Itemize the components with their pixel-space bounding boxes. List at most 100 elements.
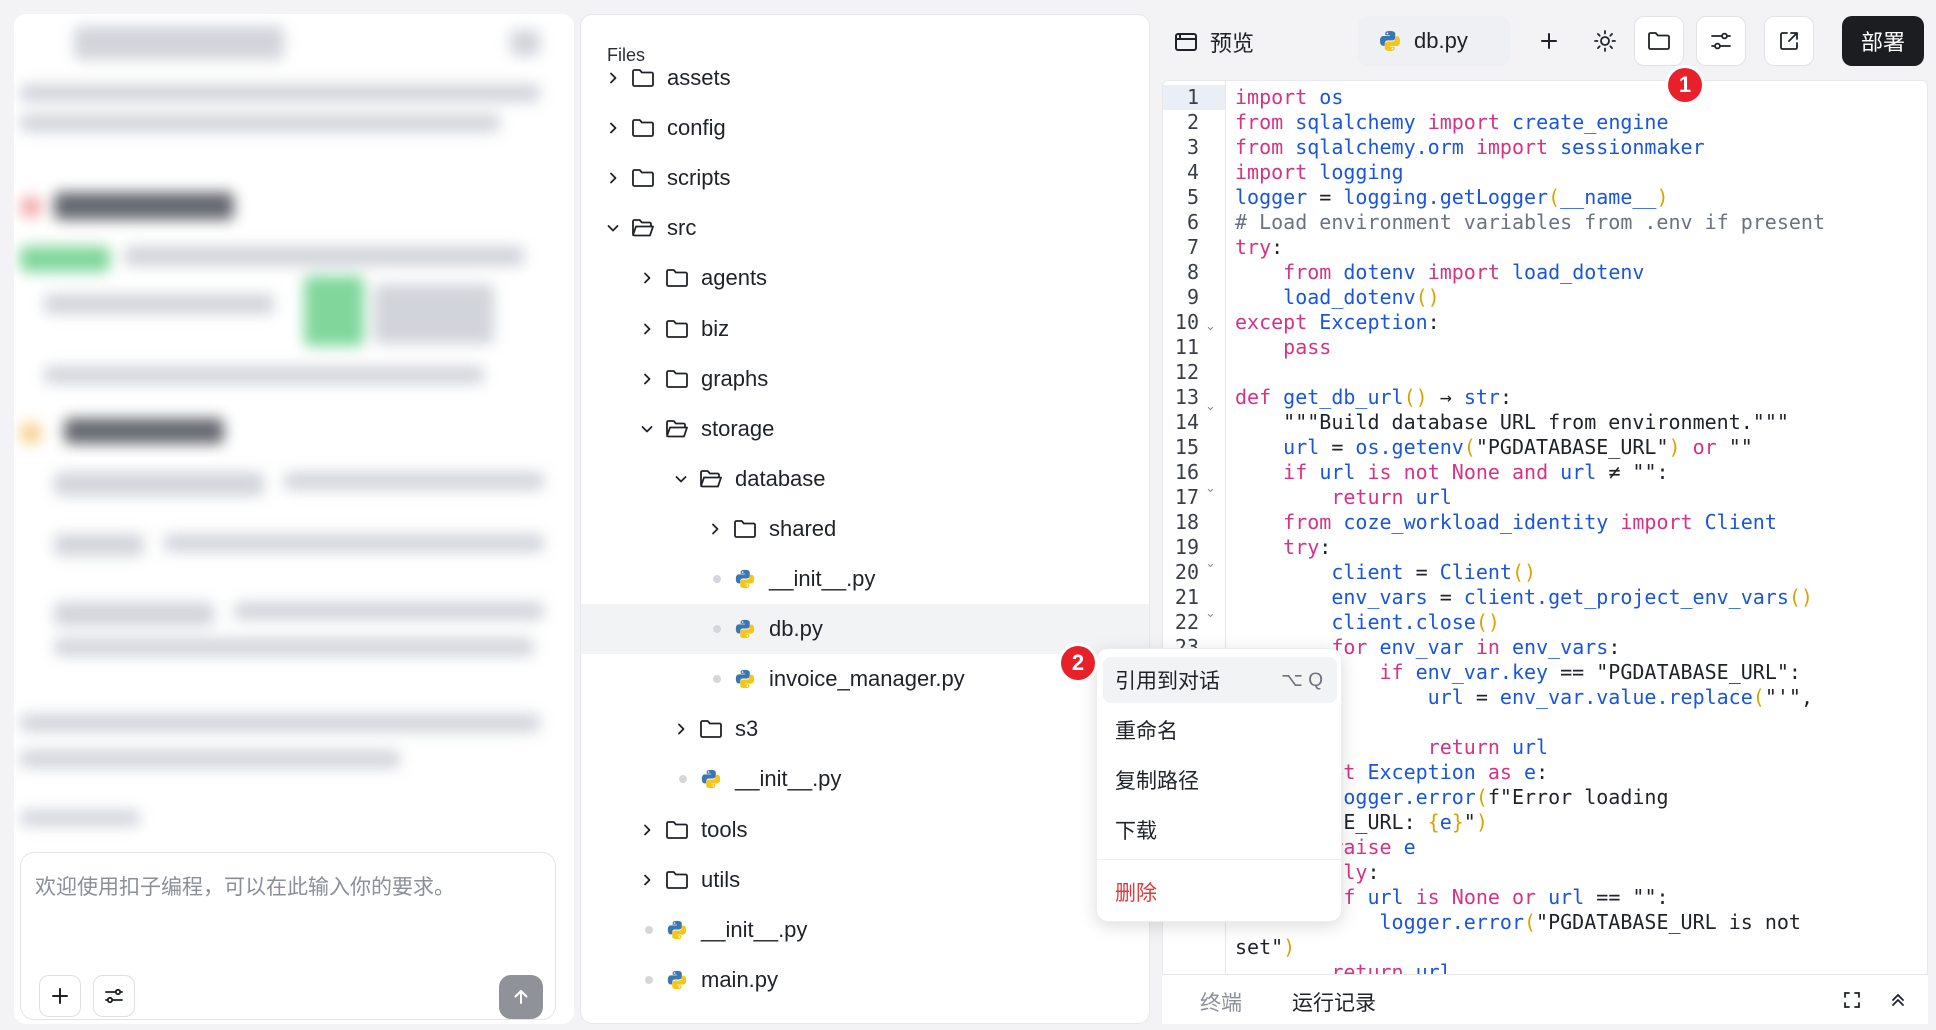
- settings-button[interactable]: [1696, 16, 1746, 66]
- tab-label: db.py: [1414, 28, 1468, 53]
- file-item-init-py[interactable]: __init__.py: [581, 754, 1149, 804]
- chevron-right-icon[interactable]: [639, 872, 655, 888]
- folder-item-assets[interactable]: assets: [581, 53, 1149, 103]
- folder-item-tools[interactable]: tools: [581, 805, 1149, 855]
- fold-chevron-icon[interactable]: ⌄: [1205, 475, 1216, 500]
- fold-chevron-icon[interactable]: ⌄: [1205, 393, 1216, 418]
- folder-item-agents[interactable]: agents: [581, 253, 1149, 303]
- deploy-button[interactable]: 部署: [1842, 16, 1924, 66]
- folder-item-database[interactable]: database: [581, 454, 1149, 504]
- chevron-right-icon[interactable]: [605, 170, 621, 186]
- line-number: 13: [1174, 385, 1199, 409]
- chevron-right-icon[interactable]: [673, 721, 689, 737]
- menu-item-rename[interactable]: 重命名: [1103, 707, 1337, 753]
- code-line: url = os.getenv("PGDATABASE_URL") or "": [1283, 435, 1753, 459]
- fold-chevron-icon[interactable]: ⌄: [1205, 313, 1216, 338]
- tree-item-label: biz: [701, 315, 730, 341]
- open-external-button[interactable]: [1764, 16, 1814, 66]
- file-item-init-py[interactable]: __init__.py: [581, 905, 1149, 955]
- theme-toggle-button[interactable]: [1580, 16, 1630, 66]
- expand-icon[interactable]: [1842, 990, 1862, 1010]
- folder-icon: [733, 517, 757, 541]
- menu-item-quote-to-chat[interactable]: 引用到对话 ⌥ Q: [1103, 657, 1337, 703]
- code-line: try:: [1283, 535, 1332, 559]
- folder-item-config[interactable]: config: [581, 103, 1149, 153]
- folder-item-src[interactable]: src: [581, 203, 1149, 253]
- chevron-down-icon[interactable]: [673, 471, 689, 487]
- chevron-right-icon[interactable]: [639, 321, 655, 337]
- folder-item-shared[interactable]: shared: [581, 504, 1149, 554]
- folder-item-scripts[interactable]: scripts: [581, 153, 1149, 203]
- toggle-file-tree-button[interactable]: [1634, 16, 1684, 66]
- python-icon: [665, 918, 689, 942]
- new-tab-button[interactable]: [1524, 16, 1574, 66]
- add-attachment-button[interactable]: [39, 975, 81, 1017]
- line-number: 4: [1186, 160, 1199, 184]
- preview-button[interactable]: 预览: [1174, 26, 1254, 58]
- chevron-right-icon[interactable]: [639, 371, 655, 387]
- menu-item-delete[interactable]: 删除: [1103, 869, 1337, 915]
- collapse-icon[interactable]: [1888, 990, 1908, 1010]
- line-number: 9: [1186, 285, 1199, 309]
- file-item-db-py[interactable]: db.py: [581, 604, 1149, 655]
- chevron-down-icon[interactable]: [639, 421, 655, 437]
- tree-item-label: graphs: [701, 365, 769, 391]
- chevron-right-icon[interactable]: [605, 70, 621, 86]
- chevron-right-icon[interactable]: [707, 521, 723, 537]
- chevron-right-icon[interactable]: [605, 120, 621, 136]
- file-item-main-py[interactable]: main.py: [581, 955, 1149, 1005]
- code-line: pass: [1283, 335, 1332, 359]
- code-line: from dotenv import load_dotenv: [1283, 260, 1645, 284]
- send-button[interactable]: [499, 975, 543, 1019]
- folder-open-icon: [631, 216, 655, 240]
- line-number: 14: [1174, 410, 1199, 434]
- python-icon: [733, 667, 757, 691]
- folder-icon: [631, 116, 655, 140]
- file-item-init-py[interactable]: __init__.py: [581, 554, 1149, 604]
- editor-header: 预览 db.py 部署: [1160, 14, 1930, 70]
- tree-item-label: main.py: [701, 966, 779, 992]
- chevron-right-icon[interactable]: [639, 822, 655, 838]
- folder-icon: [699, 717, 723, 741]
- line-number: 20: [1174, 560, 1199, 584]
- folder-item-biz[interactable]: biz: [581, 304, 1149, 354]
- tab-terminal[interactable]: 终端: [1200, 987, 1242, 1017]
- tree-item-label: s3: [735, 716, 759, 742]
- plus-icon: [1541, 33, 1557, 49]
- line-number: 19: [1174, 535, 1199, 559]
- fold-chevron-icon[interactable]: ⌄: [1205, 600, 1216, 625]
- chat-input-box[interactable]: [20, 852, 556, 1020]
- menu-item-download[interactable]: 下载: [1103, 807, 1337, 853]
- code-line: import os: [1235, 85, 1344, 109]
- tree-item-label: shared: [769, 515, 837, 541]
- folder-item-utils[interactable]: utils: [581, 855, 1149, 905]
- line-number: 7: [1186, 235, 1199, 259]
- chevron-down-icon[interactable]: [605, 220, 621, 236]
- menu-item-copy-path[interactable]: 复制路径: [1103, 757, 1337, 803]
- folder-item-storage[interactable]: storage: [581, 404, 1149, 454]
- chat-input[interactable]: [35, 871, 535, 941]
- tab-db-py[interactable]: db.py: [1358, 16, 1510, 66]
- preview-label: 预览: [1210, 31, 1255, 56]
- fold-chevron-icon[interactable]: ⌄: [1205, 550, 1216, 575]
- send-arrow-icon: [514, 990, 528, 1004]
- code-line: logger = logging.getLogger(__name__): [1235, 185, 1669, 209]
- line-number: 17: [1174, 485, 1199, 509]
- blurred-chat-history: [14, 14, 574, 834]
- chat-settings-button[interactable]: [93, 975, 135, 1017]
- chevron-right-icon[interactable]: [639, 270, 655, 286]
- tree-item-label: storage: [701, 415, 775, 441]
- line-number: 18: [1174, 510, 1199, 534]
- line-number: 1: [1186, 85, 1199, 109]
- menu-item-label: 删除: [1115, 882, 1157, 905]
- folder-item-s3[interactable]: s3: [581, 704, 1149, 754]
- file-explorer: Files assets config scripts src agents biz gra…: [580, 14, 1150, 1024]
- tree-item-label: agents: [701, 265, 768, 291]
- chat-panel: [14, 14, 574, 1024]
- python-icon: [665, 968, 689, 992]
- folder-item-graphs[interactable]: graphs: [581, 354, 1149, 404]
- tab-run-history[interactable]: 运行记录: [1292, 987, 1376, 1017]
- code-line: client = Client(): [1331, 560, 1537, 584]
- code-line: return url: [1331, 485, 1452, 509]
- line-number: 2: [1186, 110, 1199, 134]
